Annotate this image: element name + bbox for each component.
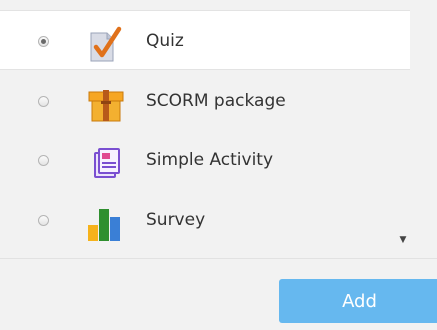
- scroll-down-arrow[interactable]: ▼: [398, 235, 408, 245]
- activity-label-survey: Survey: [146, 210, 206, 230]
- activity-list[interactable]: Quiz SCORM package Simple Activity Surve…: [0, 10, 410, 258]
- activity-chooser: Quiz SCORM package Simple Activity Surve…: [0, 0, 437, 330]
- activity-item-simple-activity[interactable]: Simple Activity: [0, 130, 410, 190]
- activity-item-quiz[interactable]: Quiz: [0, 10, 410, 70]
- add-button[interactable]: Add: [279, 279, 437, 323]
- radio-button-simple-activity[interactable]: [38, 155, 49, 166]
- quiz-icon: [86, 24, 126, 64]
- activity-label-scorm-package: SCORM package: [146, 91, 286, 111]
- activity-item-survey[interactable]: Survey: [0, 190, 410, 250]
- radio-button-scorm-package[interactable]: [38, 96, 49, 107]
- scorm-package-icon: [86, 84, 126, 124]
- activity-item-scorm-package[interactable]: SCORM package: [0, 71, 410, 131]
- radio-button-quiz[interactable]: [38, 36, 49, 47]
- radio-button-survey[interactable]: [38, 215, 49, 226]
- survey-icon: [86, 203, 126, 243]
- activity-label-quiz: Quiz: [146, 31, 184, 51]
- dialog-footer: Add: [0, 258, 437, 330]
- activity-label-simple-activity: Simple Activity: [146, 150, 274, 170]
- simple-activity-icon: [86, 143, 126, 183]
